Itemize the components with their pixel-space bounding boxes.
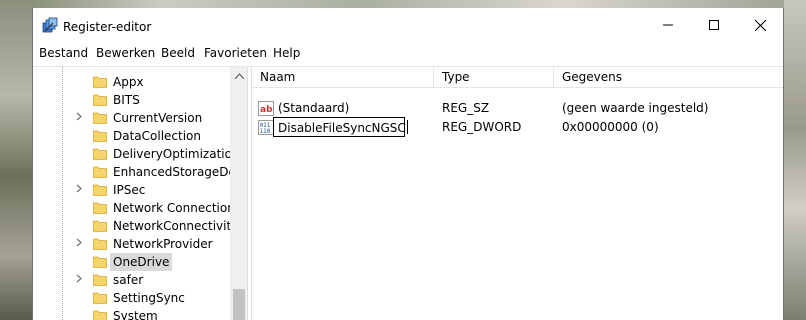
svg-text:110: 110 xyxy=(260,128,271,135)
tree-item-label: EnhancedStorageDevic xyxy=(113,165,247,179)
tree-item-label: DeliveryOptimization xyxy=(113,147,240,161)
folder-icon xyxy=(93,184,107,196)
tree-item-label: Network Connections xyxy=(113,201,242,215)
maximize-icon xyxy=(709,20,719,30)
maximize-button[interactable] xyxy=(691,8,737,42)
chevron-right-icon[interactable] xyxy=(76,184,86,196)
column-name-header[interactable]: Naam xyxy=(252,67,434,88)
binary-value-icon: 011 110 xyxy=(258,120,274,135)
chevron-right-icon[interactable] xyxy=(76,238,86,250)
column-data-header[interactable]: Gegevens xyxy=(554,67,783,88)
menu-favorieten[interactable]: Favorieten xyxy=(204,46,267,60)
tree-scrollbar[interactable] xyxy=(230,67,247,320)
menu-bewerken[interactable]: Bewerken xyxy=(96,46,155,60)
minimize-icon xyxy=(663,24,673,26)
chevron-up-icon xyxy=(235,72,244,79)
menu-bar: Bestand Bewerken Beeld Favorieten Help xyxy=(33,42,783,66)
scroll-up-arrow[interactable] xyxy=(231,67,248,84)
value-list[interactable]: Naam Type Gegevens ab (Standaard) REG_SZ… xyxy=(252,67,783,320)
tree-item-label: Appx xyxy=(113,75,144,89)
folder-icon xyxy=(93,238,107,250)
column-type-header[interactable]: Type xyxy=(434,67,554,88)
folder-icon xyxy=(93,94,107,106)
tree-item-networkprovider[interactable]: NetworkProvider xyxy=(33,235,233,253)
folder-icon xyxy=(93,310,107,320)
string-value-icon: ab xyxy=(258,101,274,116)
scroll-thumb[interactable] xyxy=(233,289,245,320)
tree-item-label: IPSec xyxy=(113,183,146,197)
folder-icon xyxy=(93,220,107,232)
tree-item-label: System xyxy=(113,309,158,320)
folder-icon xyxy=(93,148,107,160)
folder-icon xyxy=(93,292,107,304)
folder-icon xyxy=(93,202,107,214)
tree-item-label: DataCollection xyxy=(113,129,202,143)
tree-item-deliveryoptimization[interactable]: DeliveryOptimization xyxy=(33,145,240,163)
desktop-background-left xyxy=(0,0,32,320)
value-type: REG_SZ xyxy=(442,101,490,115)
menu-bestand[interactable]: Bestand xyxy=(39,46,88,60)
tree-item-label: NetworkConnectivityS xyxy=(113,219,246,233)
tree-item-label: CurrentVersion xyxy=(113,111,203,125)
tree-item-datacollection[interactable]: DataCollection xyxy=(33,127,233,145)
value-type: REG_DWORD xyxy=(442,120,522,134)
folder-icon xyxy=(93,76,107,88)
tree-item-system[interactable]: System xyxy=(33,307,233,320)
minimize-button[interactable] xyxy=(645,8,691,42)
value-name: (Standaard) xyxy=(278,101,350,115)
value-data: 0x00000000 (0) xyxy=(562,120,659,134)
tree-item-bits[interactable]: BITS xyxy=(33,91,233,109)
tree-item-settingsync[interactable]: SettingSync xyxy=(33,289,233,307)
tree-item-enhancedstoragedevic[interactable]: EnhancedStorageDevic xyxy=(33,163,247,181)
folder-icon xyxy=(93,166,107,178)
title-bar[interactable]: Register-editor xyxy=(33,8,783,42)
rename-input[interactable]: DisableFileSyncNGSC xyxy=(273,117,408,137)
menu-beeld[interactable]: Beeld xyxy=(161,46,195,60)
tree-item-onedrive[interactable]: OneDrive xyxy=(33,253,233,271)
list-header: Naam Type Gegevens xyxy=(252,67,783,88)
svg-text:ab: ab xyxy=(260,105,273,115)
menu-help[interactable]: Help xyxy=(273,46,300,60)
registry-editor-window: Register-editor Bestand Bewerken Beeld F… xyxy=(32,8,784,320)
chevron-right-icon[interactable] xyxy=(76,274,86,286)
key-tree[interactable]: Appx BITS CurrentVersion DataCollection Deli… xyxy=(33,67,247,320)
regedit-icon xyxy=(42,17,58,33)
tree-item-label: safer xyxy=(113,273,144,287)
folder-icon xyxy=(93,112,107,124)
tree-item-label: SettingSync xyxy=(113,291,185,305)
text-caret xyxy=(406,120,408,134)
tree-item-ipsec[interactable]: IPSec xyxy=(33,181,233,199)
close-button[interactable] xyxy=(737,8,783,42)
window-title: Register-editor xyxy=(63,20,152,34)
tree-item-label: NetworkProvider xyxy=(113,237,213,251)
folder-icon xyxy=(93,130,107,142)
value-row-disablefilesyncngsc[interactable]: 011 110 DisableFileSyncNGSC REG_DWORD 0x… xyxy=(252,117,783,137)
tree-item-networkconnectivitys[interactable]: NetworkConnectivityS xyxy=(33,217,246,235)
desktop-background-right xyxy=(784,0,806,320)
chevron-right-icon[interactable] xyxy=(76,112,86,124)
rename-input-text: DisableFileSyncNGSC xyxy=(278,121,406,135)
tree-item-appx[interactable]: Appx xyxy=(33,73,233,91)
tree-item-currentversion[interactable]: CurrentVersion xyxy=(33,109,233,127)
tree-item-safer[interactable]: safer xyxy=(33,271,233,289)
folder-icon xyxy=(93,274,107,286)
tree-item-label: OneDrive xyxy=(110,253,173,271)
tree-item-network-connections[interactable]: Network Connections xyxy=(33,199,241,217)
value-row-standaard[interactable]: ab (Standaard) REG_SZ (geen waarde inges… xyxy=(252,99,783,117)
folder-icon xyxy=(93,256,107,268)
value-data: (geen waarde ingesteld) xyxy=(562,101,709,115)
tree-item-label: BITS xyxy=(113,93,140,107)
close-icon xyxy=(754,19,766,31)
